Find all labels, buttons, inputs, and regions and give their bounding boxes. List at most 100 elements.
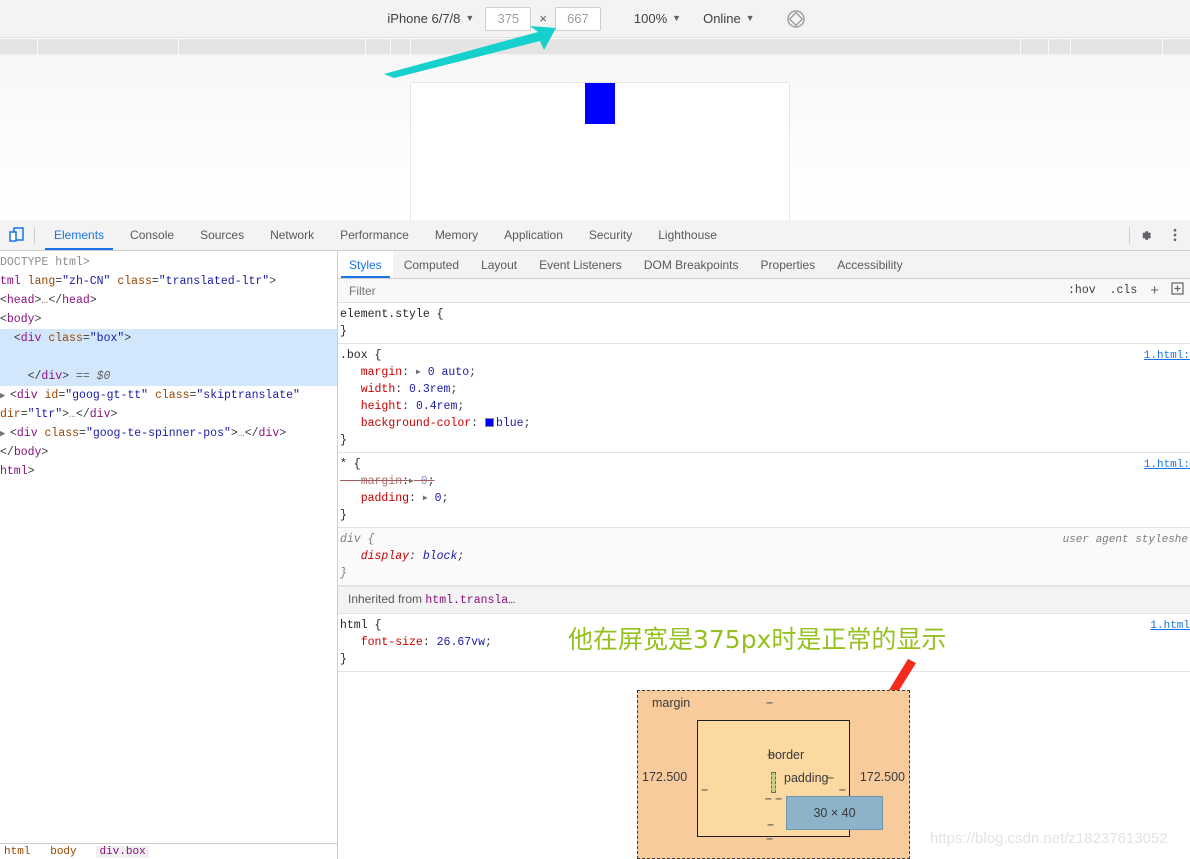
box-model-padding-area[interactable]: padding − − − −: [765, 771, 835, 827]
more-options-button[interactable]: [1160, 220, 1190, 251]
css-property-name[interactable]: margin: [361, 366, 402, 379]
css-property-value[interactable]: blue: [496, 417, 524, 430]
css-property-value[interactable]: block: [423, 550, 458, 563]
devtools-main-tabbar: Elements Console Sources Network Perform…: [0, 220, 1190, 251]
tab-event-listeners[interactable]: Event Listeners: [528, 251, 633, 278]
box-model-border-area[interactable]: border − − − − padding − − − − 30 × 40: [697, 720, 883, 837]
tab-application[interactable]: Application: [491, 220, 576, 250]
tab-properties[interactable]: Properties: [750, 251, 827, 278]
stylesheet-source-link[interactable]: 1.html: [1150, 618, 1190, 635]
box-model-padding-top-value[interactable]: −: [827, 771, 834, 785]
rotate-device-button[interactable]: [783, 6, 809, 32]
box-model-margin-right-value[interactable]: 172.500: [860, 770, 905, 784]
css-property-name[interactable]: margin: [361, 475, 402, 488]
tab-security[interactable]: Security: [576, 220, 645, 250]
rule-selector[interactable]: .box {: [340, 349, 381, 362]
css-property-value[interactable]: 0 auto: [428, 366, 469, 379]
box-model-margin-top-value[interactable]: −: [766, 696, 773, 710]
ruler-tick: [1048, 39, 1049, 55]
tab-dom-breakpoints[interactable]: DOM Breakpoints: [633, 251, 750, 278]
styles-filter-input[interactable]: [338, 282, 1062, 299]
css-rule-box[interactable]: 1.html: .box { margin: ▶ 0 auto; width: …: [338, 344, 1190, 453]
dom-node-line[interactable]: <head>…</head>: [0, 291, 337, 310]
expand-triangle-icon[interactable]: ▶: [416, 364, 421, 381]
tab-computed[interactable]: Computed: [393, 251, 470, 278]
box-model-border-top-value[interactable]: −: [767, 748, 774, 762]
css-property-name[interactable]: width: [361, 383, 396, 396]
toggle-element-state-button[interactable]: :hov: [1061, 284, 1103, 297]
css-rule-universal[interactable]: 1.html: * { margin:▶ 0; padding: ▶ 0; }: [338, 453, 1190, 528]
dom-tree-panel[interactable]: DOCTYPE html> tml lang="zh-CN" class="tr…: [0, 251, 337, 843]
viewport-height-input[interactable]: 667: [554, 6, 601, 31]
blue-box-element[interactable]: [585, 83, 615, 124]
css-property-value[interactable]: 26.67vw: [437, 636, 485, 649]
inherited-from-selector[interactable]: html.transla…: [425, 594, 515, 607]
dom-node-line[interactable]: ▶ <div class="goog-te-spinner-pos">…</div…: [0, 424, 337, 443]
box-model-padding-left-value[interactable]: −: [775, 792, 782, 806]
tab-accessibility[interactable]: Accessibility: [826, 251, 913, 278]
css-property-value[interactable]: 0.4rem: [416, 400, 457, 413]
dom-node-line[interactable]: </body>: [0, 443, 337, 462]
box-model-content-size[interactable]: 30 × 40: [786, 796, 883, 830]
box-model-border-right-value[interactable]: −: [839, 783, 846, 797]
tab-styles[interactable]: Styles: [338, 251, 393, 278]
rule-selector[interactable]: div {: [340, 533, 375, 546]
box-model-margin-area[interactable]: margin − − 172.500 172.500 border − − − …: [637, 690, 910, 859]
zoom-selector[interactable]: 100% ▼: [628, 7, 687, 31]
viewport-ruler: [0, 39, 1190, 55]
watermark-url: https://blog.csdn.net/z18237613052: [930, 830, 1168, 847]
css-property-name[interactable]: padding: [361, 492, 409, 505]
rule-selector[interactable]: * {: [340, 458, 361, 471]
breadcrumb[interactable]: html body div.box: [0, 844, 337, 859]
tab-elements[interactable]: Elements: [41, 220, 117, 250]
css-rule-div-ua[interactable]: user agent styleshe div { display: block…: [338, 528, 1190, 586]
tab-sources[interactable]: Sources: [187, 220, 257, 250]
box-model-border-left-value[interactable]: −: [701, 783, 708, 797]
css-property-value[interactable]: 0.3rem: [409, 383, 450, 396]
breadcrumb-item-html[interactable]: html: [4, 846, 30, 858]
tab-network[interactable]: Network: [257, 220, 327, 250]
dom-node-line[interactable]: <body>: [0, 310, 337, 329]
element-classes-button[interactable]: .cls: [1103, 284, 1145, 297]
new-stylesheet-icon[interactable]: [1165, 282, 1190, 299]
color-swatch[interactable]: [484, 418, 494, 427]
box-model-margin-left-value[interactable]: 172.500: [642, 770, 687, 784]
device-toolbar-toggle-button[interactable]: [0, 220, 34, 250]
breadcrumb-item-div-box[interactable]: div.box: [96, 846, 149, 858]
settings-button[interactable]: [1130, 220, 1160, 251]
css-property-name[interactable]: height: [361, 400, 402, 413]
css-property-name[interactable]: background-color: [361, 417, 471, 430]
tab-performance[interactable]: Performance: [327, 220, 422, 250]
expand-triangle-icon[interactable]: ▶: [409, 473, 414, 490]
stylesheet-source-link[interactable]: 1.html:: [1144, 348, 1190, 365]
emulated-page-viewport[interactable]: [410, 82, 790, 221]
device-selector[interactable]: iPhone 6/7/8 ▼: [381, 7, 480, 31]
tab-lighthouse[interactable]: Lighthouse: [645, 220, 730, 250]
tab-layout[interactable]: Layout: [470, 251, 528, 278]
expand-triangle-icon[interactable]: ▶: [423, 490, 428, 507]
viewport-width-input[interactable]: 375: [485, 6, 532, 31]
tab-console[interactable]: Console: [117, 220, 187, 250]
dom-node-line[interactable]: ▶ <div id="goog-gt-tt" class="skiptransla…: [0, 386, 337, 405]
network-throttling-selector[interactable]: Online ▼: [697, 7, 761, 31]
rule-selector[interactable]: element.style {: [340, 308, 444, 321]
new-style-rule-button[interactable]: +: [1144, 282, 1165, 299]
stylesheet-source-link[interactable]: 1.html:: [1144, 457, 1190, 474]
box-model-border-bottom-value[interactable]: −: [767, 818, 774, 832]
css-property-value[interactable]: 0: [421, 475, 428, 488]
dom-node-line-selected[interactable]: </div> == $0: [0, 367, 337, 386]
box-model-padding-right-value[interactable]: −: [765, 792, 772, 806]
breadcrumb-item-body[interactable]: body: [50, 846, 76, 858]
dom-node-line-selected[interactable]: <div class="box">: [0, 329, 337, 348]
css-property-name[interactable]: display: [361, 550, 409, 563]
dom-node-line[interactable]: DOCTYPE html>: [0, 253, 337, 272]
dom-node-line[interactable]: dir="ltr">…</div>: [0, 405, 337, 424]
css-property-name[interactable]: font-size: [361, 636, 423, 649]
ruler-tick: [365, 39, 366, 55]
css-rule-element-style[interactable]: element.style { }: [338, 303, 1190, 344]
dom-node-line[interactable]: html>: [0, 462, 337, 481]
rule-selector[interactable]: html {: [340, 619, 381, 632]
dom-node-line[interactable]: tml lang="zh-CN" class="translated-ltr">: [0, 272, 337, 291]
tab-memory[interactable]: Memory: [422, 220, 491, 250]
dom-node-line-selected[interactable]: [0, 348, 337, 367]
